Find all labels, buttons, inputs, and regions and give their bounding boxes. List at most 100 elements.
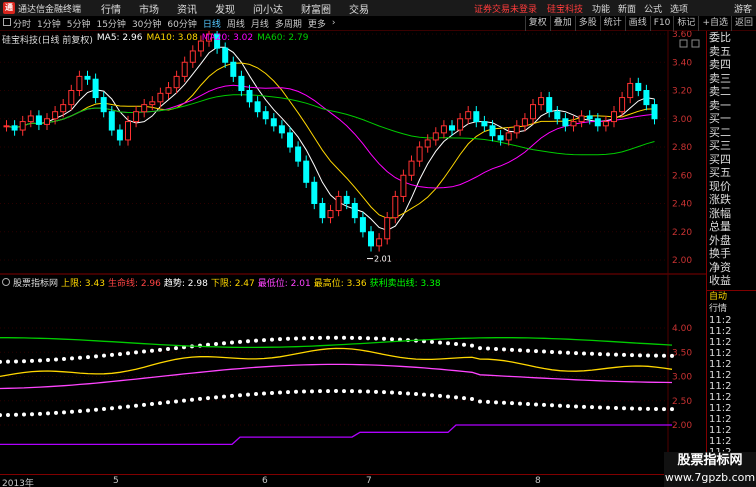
overlay-button[interactable]: 叠加	[549, 16, 575, 31]
back-button[interactable]: 返回	[730, 16, 756, 31]
kline-chart-svg[interactable]: 3.603.403.203.002.802.602.402.202.00 3.7…	[0, 13, 706, 487]
draw-line-button[interactable]: 画线	[624, 16, 650, 31]
candle-body	[449, 125, 455, 131]
tick-time-row: 11:2	[709, 402, 732, 414]
candle-body	[27, 115, 34, 123]
more-arrow-icon[interactable]: ›	[329, 18, 339, 28]
menu-gongneng[interactable]: 功能	[588, 2, 614, 15]
candle-body	[376, 238, 383, 247]
add-watchlist-button[interactable]: +自选	[698, 16, 731, 31]
upper-dot-band	[270, 337, 274, 342]
order-book-row: 卖一	[709, 98, 731, 112]
order-book-row: 买一	[709, 112, 731, 125]
lower-dot-band	[374, 389, 378, 394]
tick-times: 11:2 11:2 11:2 11:2 11:2 11:2 11:2 11:2 11:2 11:2…	[707, 315, 756, 458]
chart-area[interactable]: 3.603.403.203.002.802.602.402.202.00 3.7…	[0, 13, 706, 487]
candle-body	[149, 101, 156, 106]
lower-dot-band	[358, 389, 362, 394]
menu-xuanxiang[interactable]: 选项	[666, 2, 692, 15]
tab-auto[interactable]: 自动	[707, 291, 756, 303]
stats-button[interactable]: 统计	[599, 16, 625, 31]
candle-body	[424, 139, 431, 148]
candle-body	[44, 118, 50, 125]
period-15min[interactable]: 15分钟	[93, 17, 128, 30]
tick-time-row: 11:2	[709, 347, 732, 359]
upper-dot-band	[662, 353, 666, 358]
lower-dot-band	[414, 392, 418, 397]
upper-dot-band	[526, 348, 530, 353]
upper-dot-band	[134, 350, 138, 355]
candle-body	[19, 121, 26, 131]
highest-label: 最高位: 3.36	[313, 279, 367, 289]
site-watermark: 股票指标网 www.7gpzb.com	[664, 452, 756, 487]
upper-dot-band	[494, 346, 498, 351]
period-weekly[interactable]: 周线	[224, 17, 248, 30]
period-daily[interactable]: 日线	[200, 17, 224, 30]
tick-time-row: 11:2	[709, 424, 732, 436]
menu-item-jiaoyi[interactable]: 交易	[340, 1, 378, 16]
candle-body	[594, 118, 601, 127]
candle-body	[311, 181, 318, 204]
candle-body	[546, 97, 553, 113]
period-5min[interactable]: 5分钟	[64, 17, 94, 30]
upper-dot-band	[262, 338, 266, 343]
menu-gongshi[interactable]: 公式	[640, 2, 666, 15]
mark-button[interactable]: 标记	[673, 16, 698, 31]
lower-dot-band	[294, 389, 298, 394]
lower-dot-band	[262, 391, 266, 396]
upper-dot-band	[510, 347, 514, 352]
upper-dot-band	[142, 349, 146, 354]
upper-dot-band	[166, 346, 170, 351]
menu-xinmian[interactable]: 新面	[614, 2, 640, 15]
main-menu: 行情 市场 资讯 发现 问小达 财富圈 交易	[92, 1, 378, 16]
upper-dot-band	[318, 335, 322, 340]
candle-body	[11, 125, 18, 131]
lower-dot-band	[310, 389, 314, 394]
candle-body	[635, 82, 642, 91]
f10-button[interactable]: F10	[649, 16, 674, 31]
candle-body	[52, 111, 59, 120]
candle-body	[416, 146, 423, 162]
lower-dot-band	[246, 392, 250, 397]
indicator-axis-label: 4.00	[672, 324, 692, 334]
upper-dot-band	[94, 354, 98, 359]
login-notice[interactable]: 证券交易未登录	[474, 2, 537, 15]
candle-body	[327, 210, 334, 219]
upper-dot-band	[302, 336, 306, 341]
upper-dot-band	[102, 353, 106, 358]
lower-dot-band	[542, 402, 546, 407]
menu-item-hangqing[interactable]: 行情	[92, 1, 130, 16]
panel-settings-icon[interactable]	[679, 39, 700, 48]
period-1min[interactable]: 1分钟	[34, 17, 64, 30]
candle-body	[586, 115, 593, 120]
tab-hangqing[interactable]: 行情	[707, 303, 756, 315]
guest-label[interactable]: 游客	[734, 2, 752, 15]
lower-dot-band	[566, 404, 570, 409]
price-axis-label: 3.00	[672, 115, 692, 125]
menu-item-wenxiaoda[interactable]: 问小达	[244, 1, 292, 16]
candle-body	[465, 111, 472, 120]
toolbar-expand-icon[interactable]	[0, 17, 11, 29]
lower-dot-band	[390, 390, 394, 395]
menu-item-shichang[interactable]: 市场	[130, 1, 168, 16]
upper-dot-band	[614, 352, 618, 357]
menu-item-caifuquan[interactable]: 财富圈	[292, 1, 340, 16]
period-multi[interactable]: 多周期	[272, 17, 305, 30]
lower-dot-band	[0, 413, 2, 418]
period-fenshi[interactable]: 分时	[10, 17, 34, 30]
candle-body	[108, 111, 115, 131]
menu-item-faxian[interactable]: 发现	[206, 1, 244, 16]
indicator-name[interactable]: 股票指标网	[13, 276, 58, 289]
period-more[interactable]: 更多	[305, 17, 329, 30]
upper-dot-band	[214, 342, 218, 347]
date-label-5: 5	[113, 476, 119, 486]
order-book-row: 卖三	[709, 71, 731, 85]
fuquan-button[interactable]: 复权	[524, 16, 550, 31]
period-60min[interactable]: 60分钟	[164, 17, 199, 30]
indicator-icon[interactable]	[2, 278, 10, 286]
upper-dot-band	[22, 359, 26, 364]
menu-item-zixun[interactable]: 资讯	[168, 1, 206, 16]
period-monthly[interactable]: 月线	[248, 17, 272, 30]
period-30min[interactable]: 30分钟	[129, 17, 164, 30]
multi-stock-button[interactable]: 多股	[574, 16, 600, 31]
